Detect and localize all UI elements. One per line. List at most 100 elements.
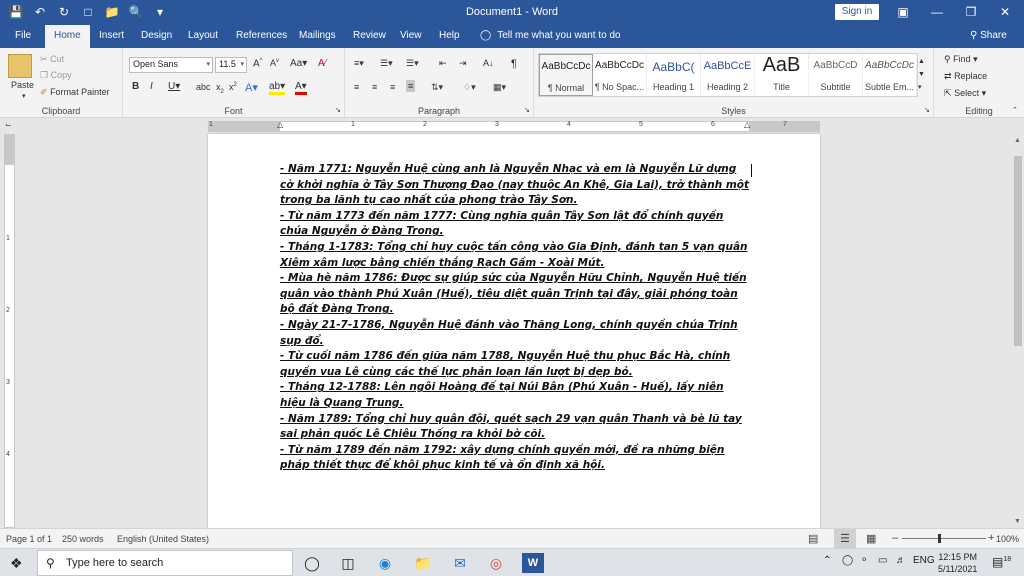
change-case-icon[interactable]: Aa▾ <box>290 58 307 69</box>
tab-references[interactable]: References <box>236 30 287 41</box>
tab-design[interactable]: Design <box>141 30 172 41</box>
text-effects-icon[interactable]: A▾ <box>245 81 258 94</box>
restore-icon[interactable]: ❐ <box>954 3 988 21</box>
zoom-level[interactable]: 100% <box>996 534 1019 544</box>
close-icon[interactable]: ✕ <box>988 3 1022 21</box>
tab-view[interactable]: View <box>400 30 422 41</box>
people-icon[interactable]: ◯ <box>842 555 853 566</box>
horizontal-ruler[interactable]: 1 1 2 3 4 5 6 7 △ △ <box>208 120 820 132</box>
edge-icon[interactable]: ◉ <box>375 553 395 573</box>
input-language[interactable]: ENG <box>913 555 935 566</box>
styles-scroll-controls[interactable]: ▲ ▼ ▾ <box>918 55 925 94</box>
shading-icon[interactable]: ♢▾ <box>463 82 476 93</box>
cut-button[interactable]: ✂ Cut <box>40 54 64 65</box>
strikethrough-icon[interactable]: abc <box>196 82 211 92</box>
align-center-icon[interactable]: ≡ <box>372 82 377 92</box>
page-count[interactable]: Page 1 of 1 <box>6 534 52 544</box>
shrink-font-icon[interactable]: Av <box>270 58 279 68</box>
decrease-indent-icon[interactable]: ⇤ <box>439 58 447 69</box>
paragraph[interactable]: - Ngày 21-7-1786, Nguyễn Huệ đánh vào Th… <box>280 318 752 349</box>
paste-dropdown-icon[interactable]: ▾ <box>22 92 26 100</box>
zoom-slider-thumb[interactable] <box>938 534 941 543</box>
show-hidden-icons-icon[interactable]: ⌃ <box>823 555 831 566</box>
scroll-down-icon[interactable]: ▼ <box>1014 518 1021 525</box>
show-formatting-marks-icon[interactable]: ¶ <box>511 58 517 70</box>
style-title[interactable]: AaB Title <box>755 54 809 96</box>
tell-me-search[interactable]: ◯ Tell me what you want to do <box>480 30 621 41</box>
borders-icon[interactable]: ▦▾ <box>493 82 506 93</box>
tab-home[interactable]: Home <box>45 25 90 48</box>
mail-icon[interactable]: ✉ <box>450 553 470 573</box>
copy-button[interactable]: ❐ Copy <box>40 70 72 81</box>
numbering-icon[interactable]: ☰▾ <box>380 58 393 69</box>
paragraph[interactable]: - Từ năm 1773 đến năm 1777: Cùng nghĩa q… <box>280 209 752 240</box>
styles-dialog-launcher-icon[interactable]: ↘ <box>924 106 930 114</box>
style-subtle-emphasis[interactable]: AaBbCcDc Subtle Em... <box>863 54 917 96</box>
style-subtitle[interactable]: AaBbCcD Subtitle <box>809 54 863 96</box>
align-left-icon[interactable]: ≡ <box>354 82 359 92</box>
cortana-icon[interactable]: ◯ <box>302 553 322 573</box>
select-button[interactable]: ⇱ Select ▾ <box>944 88 986 99</box>
paragraph[interactable]: - Tháng 12-1788: Lên ngôi Hoàng đế tại N… <box>280 380 752 411</box>
wifi-icon[interactable]: ⚬ <box>860 555 868 566</box>
indent-marker[interactable]: △ <box>277 120 283 129</box>
paragraph[interactable]: - Năm 1789: Tổng chỉ huy quân đội, quét … <box>280 412 752 443</box>
paragraph[interactable]: - Năm 1771: Nguyễn Huệ cùng anh là Nguyễ… <box>280 162 752 209</box>
volume-icon[interactable]: ♬ <box>896 555 906 566</box>
line-spacing-icon[interactable]: ⇅▾ <box>431 82 443 93</box>
zoom-out-icon[interactable]: – <box>892 532 898 544</box>
scrollbar-thumb[interactable] <box>1014 156 1022 346</box>
right-indent-marker[interactable]: △ <box>744 120 750 129</box>
share-button[interactable]: ⚲ Share <box>970 30 1007 41</box>
replace-button[interactable]: ⇄ Replace <box>944 71 987 82</box>
word-count[interactable]: 250 words <box>62 534 104 544</box>
scroll-up-icon[interactable]: ▲ <box>1014 137 1021 144</box>
word-app-icon[interactable]: W <box>522 553 544 573</box>
collapse-ribbon-icon[interactable]: ⌃ <box>1012 106 1018 114</box>
file-explorer-icon[interactable]: 📁 <box>413 553 433 573</box>
read-mode-icon[interactable]: ▤ <box>808 532 818 545</box>
paragraph[interactable]: - Mùa hè năm 1786: Được sự giúp sức của … <box>280 271 752 318</box>
tab-mailings[interactable]: Mailings <box>299 30 336 41</box>
style-normal[interactable]: AaBbCcDc ¶ Normal <box>539 54 593 96</box>
language-indicator[interactable]: English (United States) <box>117 534 209 544</box>
taskbar-clock[interactable]: 12:15 PM 5/11/2021 <box>938 551 977 575</box>
tab-insert[interactable]: Insert <box>99 30 124 41</box>
multilevel-list-icon[interactable]: ☰▾ <box>406 58 419 69</box>
paste-icon[interactable] <box>8 54 32 78</box>
clear-formatting-icon[interactable]: A⁄ <box>318 58 326 69</box>
subscript-icon[interactable]: x2 <box>216 82 224 95</box>
document-page[interactable]: - Năm 1771: Nguyễn Huệ cùng anh là Nguyễ… <box>208 134 820 528</box>
increase-indent-icon[interactable]: ⇥ <box>459 58 467 69</box>
find-button[interactable]: ⚲ Find ▾ <box>944 54 978 65</box>
ribbon-display-options-icon[interactable]: ▣ <box>886 3 920 21</box>
underline-icon[interactable]: U▾ <box>168 81 180 92</box>
action-center-icon[interactable]: ▤18 <box>992 555 1011 569</box>
document-body[interactable]: - Năm 1771: Nguyễn Huệ cùng anh là Nguyễ… <box>280 162 752 474</box>
sign-in-button[interactable]: Sign in <box>835 4 879 20</box>
tab-selector-icon[interactable]: ⌙ <box>5 120 12 129</box>
task-view-icon[interactable]: ◫ <box>338 553 358 573</box>
paragraph[interactable]: - Tháng 1-1783: Tổng chỉ huy cuộc tấn cô… <box>280 240 752 271</box>
highlight-color-icon[interactable]: ab▾ <box>269 81 286 95</box>
tab-file[interactable]: File <box>15 30 31 41</box>
chrome-icon[interactable]: ◎ <box>486 553 506 573</box>
tab-layout[interactable]: Layout <box>188 30 218 41</box>
font-size-select[interactable]: 11.5 ▾ <box>215 57 247 73</box>
sort-icon[interactable]: A↓ <box>483 58 494 68</box>
style-heading-1[interactable]: AaBbC( Heading 1 <box>647 54 701 96</box>
tab-help[interactable]: Help <box>439 30 460 41</box>
minimize-icon[interactable]: — <box>920 3 954 21</box>
taskbar-search-box[interactable]: ⚲ Type here to search <box>37 550 293 576</box>
web-layout-icon[interactable]: ▦ <box>866 532 876 545</box>
zoom-slider[interactable] <box>902 538 986 539</box>
format-painter-button[interactable]: ✐ Format Painter <box>40 87 110 98</box>
vertical-ruler[interactable]: 1 2 3 4 <box>4 134 15 528</box>
font-dialog-launcher-icon[interactable]: ↘ <box>335 106 341 114</box>
style-no-spacing[interactable]: AaBbCcDc ¶ No Spac... <box>593 54 647 96</box>
style-heading-2[interactable]: AaBbCcE Heading 2 <box>701 54 755 96</box>
print-layout-icon[interactable]: ☰ <box>834 529 856 548</box>
font-color-icon[interactable]: A▾ <box>295 81 307 95</box>
paste-button[interactable]: Paste <box>11 80 34 90</box>
tab-review[interactable]: Review <box>353 30 386 41</box>
